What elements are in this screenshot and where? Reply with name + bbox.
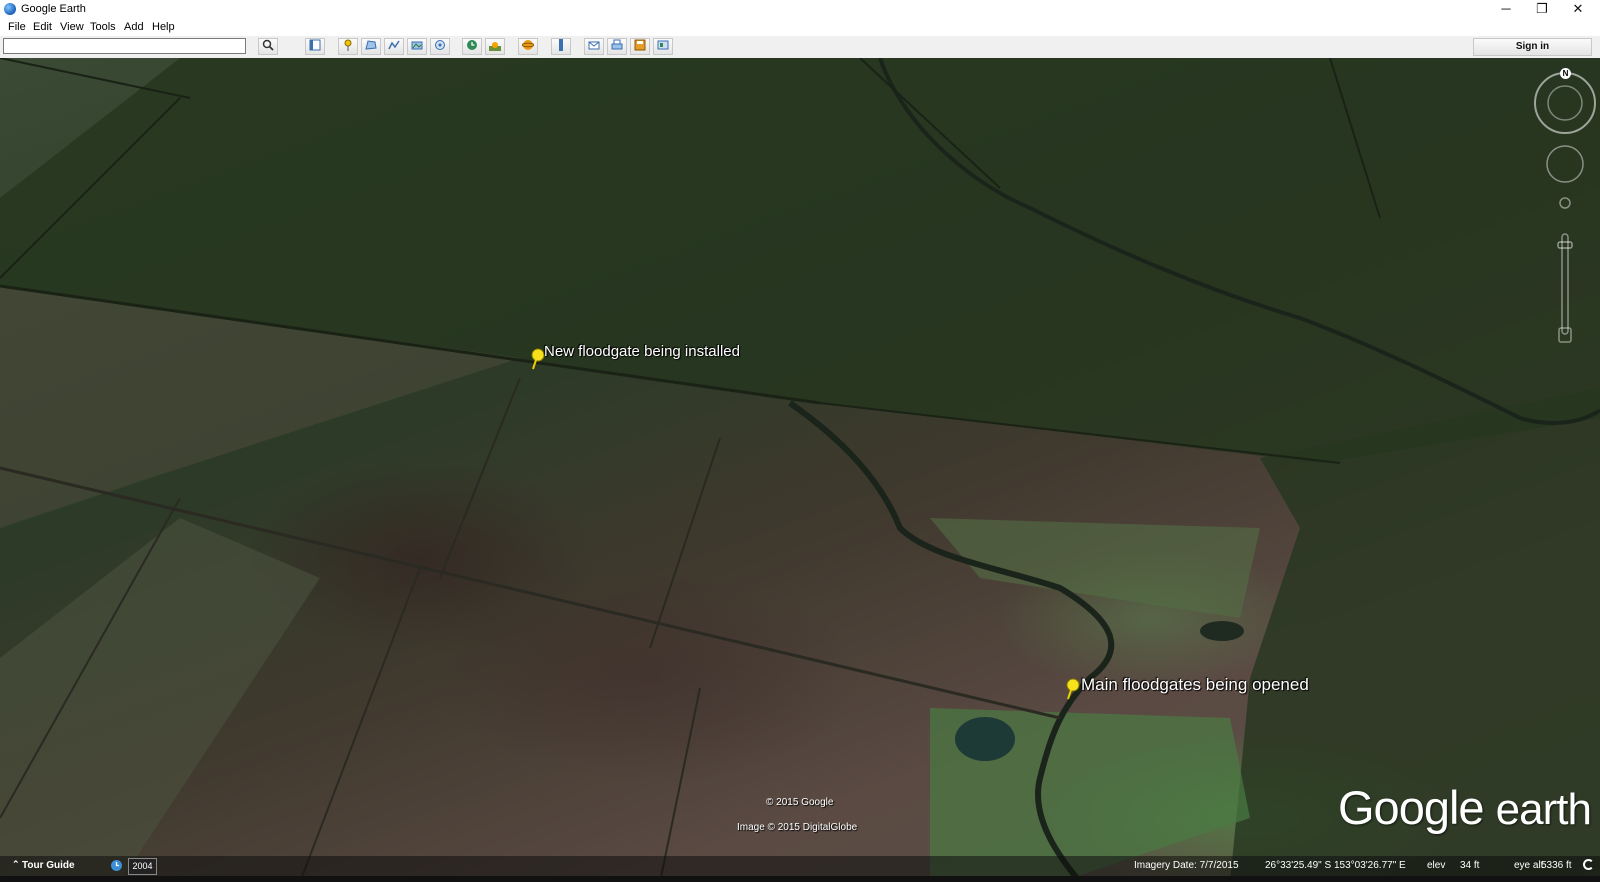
eye-altitude-value: 5336 ft: [1541, 860, 1572, 871]
window-title: Google Earth: [21, 3, 86, 15]
add-image-overlay-icon: [411, 41, 423, 50]
yellow-pushpin-icon[interactable]: [1065, 678, 1081, 700]
magnifier-icon: [262, 39, 274, 51]
imagery-date: Imagery Date: 7/7/2015: [1134, 860, 1239, 871]
compass-north-label[interactable]: N: [1560, 68, 1571, 79]
email-icon: [588, 41, 600, 50]
coordinates-readout: 26°33'25.49" S 153°03'26.77" E: [1265, 860, 1406, 871]
search-input[interactable]: [3, 38, 246, 54]
look-joystick-icon[interactable]: [1547, 85, 1583, 121]
satellite-imagery: [0, 58, 1600, 882]
menu-edit[interactable]: Edit: [33, 21, 52, 33]
menu-help[interactable]: Help: [152, 21, 175, 33]
close-button[interactable]: ✕: [1560, 0, 1596, 18]
save-image-button[interactable]: [630, 38, 650, 55]
move-joystick-icon[interactable]: [1546, 145, 1584, 183]
menu-file[interactable]: File: [8, 21, 26, 33]
earth-3d-view[interactable]: New floodgate being installed Main flood…: [0, 58, 1600, 882]
view-in-maps-icon: [657, 40, 669, 50]
sidebar-toggle-icon: [309, 39, 321, 51]
save-image-icon: [634, 39, 646, 51]
sidebar-toggle-button[interactable]: [305, 38, 325, 55]
streaming-progress-icon: [1583, 859, 1594, 870]
switch-to-sky-icon: [521, 40, 535, 50]
zoom-slider[interactable]: [1561, 233, 1569, 335]
elevation-label: elev: [1427, 860, 1446, 871]
zoom-out-icon[interactable]: [1558, 327, 1572, 343]
tour-guide-arrow-icon: ⌃: [12, 859, 20, 869]
sunlight-button[interactable]: [485, 38, 505, 55]
logo-earth-text: earth: [1495, 785, 1592, 834]
main-toolbar: Sign in: [0, 36, 1600, 59]
record-tour-button[interactable]: [430, 38, 450, 55]
minimize-button[interactable]: ─: [1488, 0, 1524, 18]
ruler-icon: [559, 39, 563, 51]
street-view-pegman-icon[interactable]: [1559, 197, 1571, 209]
view-in-maps-button[interactable]: [653, 38, 673, 55]
print-button[interactable]: [607, 38, 627, 55]
switch-to-sky-button[interactable]: [518, 38, 538, 55]
menu-add[interactable]: Add: [124, 21, 144, 33]
menu-view[interactable]: View: [60, 21, 84, 33]
email-button[interactable]: [584, 38, 604, 55]
historical-imagery-button[interactable]: [462, 38, 482, 55]
window-titlebar: Google Earth ─ ❐ ✕: [0, 0, 1600, 18]
add-path-icon: [388, 40, 400, 50]
historical-imagery-icon: [467, 40, 477, 50]
menu-bar: File Edit View Tools Add Help: [0, 18, 1600, 36]
restore-button[interactable]: ❐: [1524, 0, 1560, 18]
zoom-slider-handle[interactable]: [1557, 241, 1573, 249]
historical-imagery-clock-icon[interactable]: [110, 859, 123, 872]
look-joystick-ring[interactable]: [1534, 72, 1596, 134]
status-bar: Imagery Date: 7/7/2015 26°33'25.49" S 15…: [0, 856, 1600, 876]
menu-tools[interactable]: Tools: [90, 21, 116, 33]
search-button[interactable]: [258, 38, 278, 55]
logo-google-text: Google: [1338, 781, 1485, 834]
ruler-button[interactable]: [551, 38, 571, 55]
sign-in-button[interactable]: Sign in: [1473, 38, 1592, 56]
add-image-overlay-button[interactable]: [407, 38, 427, 55]
google-earth-logo: Google earth: [1338, 780, 1592, 835]
placemark-label-new-floodgate[interactable]: New floodgate being installed: [544, 343, 740, 360]
tour-guide-button[interactable]: ⌃ Tour Guide: [0, 856, 90, 876]
taskbar-strip: [0, 876, 1600, 882]
tour-guide-label: Tour Guide: [22, 860, 75, 871]
print-icon: [611, 39, 623, 50]
placemark-label-main-floodgates[interactable]: Main floodgates being opened: [1081, 675, 1309, 695]
record-tour-icon: [435, 40, 445, 50]
eye-altitude-label: eye alt: [1514, 860, 1544, 871]
navigation-controls: N: [1530, 66, 1600, 356]
google-earth-app-icon: [4, 3, 16, 15]
sunlight-icon: [489, 42, 501, 51]
historical-year-box[interactable]: 2004: [128, 858, 157, 875]
add-polygon-icon: [365, 40, 377, 50]
add-placemark-button[interactable]: [338, 38, 358, 55]
copyright-imagery: Image © 2015 DigitalGlobe: [737, 822, 858, 833]
elevation-value: 34 ft: [1460, 860, 1480, 871]
add-path-button[interactable]: [384, 38, 404, 55]
add-placemark-icon: [344, 39, 352, 51]
copyright-google: © 2015 Google: [766, 797, 834, 808]
add-polygon-button[interactable]: [361, 38, 381, 55]
